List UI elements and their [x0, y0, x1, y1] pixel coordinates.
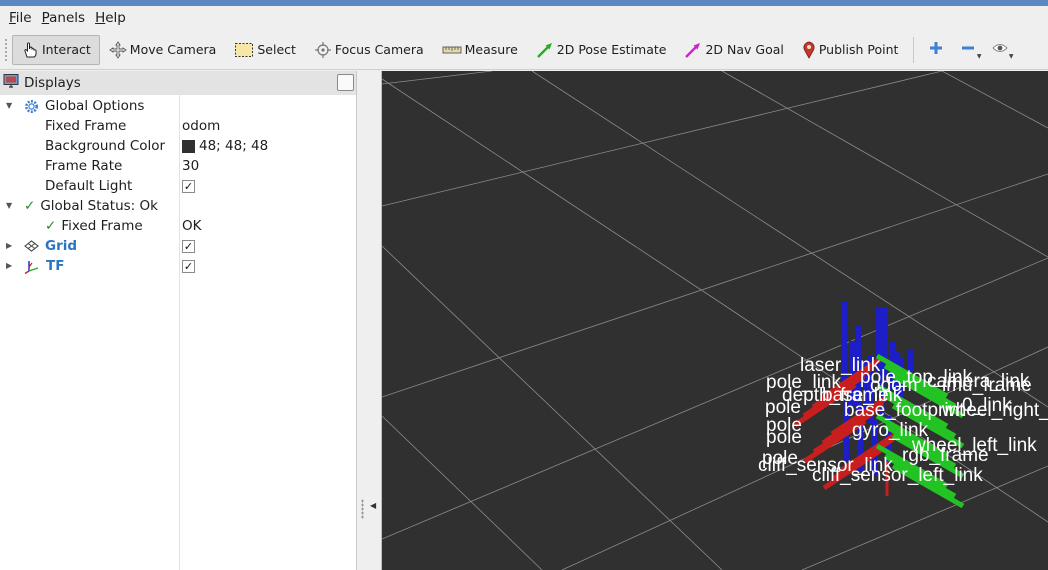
tf-frame-label: 0_link — [962, 395, 1012, 416]
collapsed-arrow-icon[interactable]: ▶ — [6, 261, 12, 270]
toolbar-grip[interactable] — [4, 37, 8, 62]
plus-icon — [929, 41, 943, 59]
status-ok-checkmark-icon: ✓ — [45, 218, 57, 234]
status-fixed-frame-value: OK — [182, 218, 202, 234]
view-options-button[interactable]: ▼ — [984, 35, 1016, 65]
3d-viewport[interactable]: laser_link pole_link pole_top_link pole pole… — [382, 71, 1048, 570]
fixed-frame-value[interactable]: odom — [182, 116, 220, 136]
tf-display-name: TF — [46, 258, 65, 274]
expand-arrow-icon[interactable]: ▼ — [6, 201, 12, 210]
tf-frame-label: pole — [766, 427, 802, 448]
background-color-label: Background Color — [45, 138, 166, 154]
gear-icon — [24, 99, 39, 114]
global-options-label: Global Options — [45, 98, 145, 114]
tree-row-background-color[interactable]: Background Color 48; 48; 48 — [0, 136, 357, 156]
grid-line — [382, 173, 1048, 398]
tf-frame-label: cliff_sensor_left_link — [812, 465, 983, 486]
menu-panels[interactable]: Panels — [37, 10, 90, 26]
selection-rect-icon — [234, 42, 254, 58]
publish-point-tool-button[interactable]: Publish Point — [793, 35, 908, 65]
splitter-grip[interactable] — [361, 499, 364, 519]
tree-row-grid-display[interactable]: ▶ Grid ✓ — [0, 236, 357, 256]
displays-panel: Displays ▼ Global Options Fixed Frame od… — [0, 71, 357, 570]
eye-icon — [992, 42, 1009, 58]
grid-line — [382, 71, 943, 207]
grid-display-icon — [24, 240, 39, 252]
tree-row-tf-display[interactable]: ▶ TF ✓ — [0, 256, 357, 276]
tree-row-global-status[interactable]: ▼ ✓ Global Status: Ok — [0, 196, 357, 216]
move-arrows-icon — [108, 40, 127, 59]
grid-line — [531, 71, 1048, 408]
expand-arrow-icon[interactable]: ▼ — [6, 101, 12, 110]
green-arrow-icon — [536, 41, 554, 59]
move-camera-tool-button[interactable]: Move Camera — [100, 35, 226, 65]
pose-estimate-tool-button[interactable]: 2D Pose Estimate — [527, 35, 676, 65]
hand-pointer-icon — [21, 41, 39, 59]
status-fixed-frame-label: Fixed Frame — [61, 218, 143, 234]
grid-display-name: Grid — [45, 238, 78, 254]
remove-tool-button[interactable]: ▼ — [952, 35, 984, 65]
nav-goal-tool-button[interactable]: 2D Nav Goal — [675, 35, 792, 65]
select-tool-button[interactable]: Select — [225, 35, 305, 65]
tree-row-default-light[interactable]: Default Light ✓ — [0, 176, 357, 196]
background-color-value[interactable]: 48; 48; 48 — [182, 136, 268, 156]
tree-row-fixed-frame[interactable]: Fixed Frame odom — [0, 116, 357, 136]
measure-tool-button[interactable]: Measure — [433, 35, 527, 65]
tree-row-frame-rate[interactable]: Frame Rate 30 — [0, 156, 357, 176]
undock-panel-button[interactable] — [337, 74, 354, 91]
tf-axes-icon — [24, 259, 40, 274]
frame-rate-label: Frame Rate — [45, 158, 123, 174]
minus-icon — [961, 41, 975, 59]
default-light-checkbox[interactable]: ✓ — [182, 179, 195, 193]
dropdown-arrow-icon: ▼ — [976, 52, 982, 60]
collapse-left-arrow-icon[interactable]: ◀ — [370, 501, 376, 510]
displays-tree: ▼ Global Options Fixed Frame odom Backgr… — [0, 95, 356, 570]
crosshair-focus-icon — [314, 41, 332, 59]
status-ok-checkmark-icon: ✓ — [24, 198, 36, 214]
default-light-label: Default Light — [45, 178, 133, 194]
displays-panel-title: Displays — [24, 75, 81, 91]
tf-enabled-checkbox[interactable]: ✓ — [182, 259, 195, 273]
tf-frame-label: gyro_link — [852, 420, 929, 441]
grid-line — [382, 415, 543, 570]
color-swatch — [182, 139, 195, 153]
collapsed-arrow-icon[interactable]: ▶ — [6, 241, 12, 250]
ruler-icon — [442, 45, 462, 55]
displays-panel-header: Displays — [0, 71, 356, 95]
fixed-frame-label: Fixed Frame — [45, 118, 127, 134]
tf-frame-label: imu_frame — [942, 375, 1032, 396]
grid-line — [382, 71, 493, 85]
add-tool-button[interactable] — [920, 35, 952, 65]
menu-bar: File Panels Help — [0, 6, 1048, 29]
global-status-label: Global Status: Ok — [40, 198, 158, 214]
focus-camera-tool-button[interactable]: Focus Camera — [305, 35, 433, 65]
dropdown-arrow-icon: ▼ — [1008, 52, 1014, 60]
grid-line — [721, 71, 1048, 258]
magenta-arrow-icon — [684, 41, 702, 59]
monitor-icon — [3, 73, 19, 93]
map-pin-icon — [802, 41, 816, 59]
toolbar-separator — [913, 36, 915, 63]
tree-row-global-options[interactable]: ▼ Global Options — [0, 96, 357, 116]
tools-toolbar: Interact Move Camera Select Focus Camera… — [0, 30, 1048, 70]
3d-scene[interactable]: laser_linkpole_link pole_top_linkpolepole… — [382, 71, 1048, 570]
grid-line — [382, 245, 723, 570]
grid-line — [941, 71, 1048, 129]
interact-tool-button[interactable]: Interact — [12, 34, 100, 65]
tree-row-status-fixed-frame[interactable]: ✓ Fixed Frame OK — [0, 216, 357, 236]
tf-frame-label: rgb_frame — [902, 445, 989, 466]
menu-help[interactable]: Help — [90, 10, 131, 26]
menu-file[interactable]: File — [4, 10, 37, 26]
tf-frame-labels: laser_linkpole_link pole_top_linkpolepole… — [758, 355, 1048, 486]
grid-enabled-checkbox[interactable]: ✓ — [182, 239, 195, 253]
tf-frame-label: depth_frame — [782, 385, 889, 406]
panel-splitter[interactable]: ◀ — [357, 71, 382, 570]
frame-rate-value[interactable]: 30 — [182, 156, 199, 176]
